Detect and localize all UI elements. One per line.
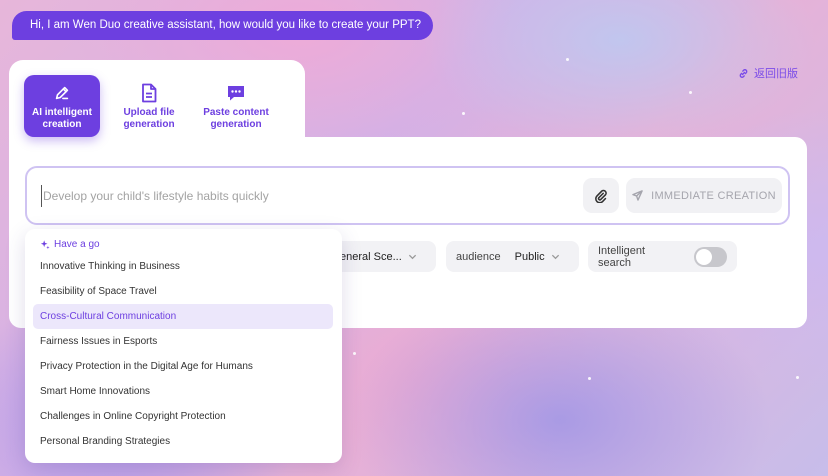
sparkle-decoration	[353, 352, 356, 355]
sparkle-decoration	[462, 112, 465, 115]
suggestion-item[interactable]: Fairness Issues in Esports	[33, 329, 333, 354]
audience-label: audience	[456, 250, 501, 263]
immediate-creation-button[interactable]: IMMEDIATE CREATION	[626, 178, 782, 213]
suggestions-dropdown: Have a go Innovative Thinking in Busines…	[25, 229, 342, 463]
sparkle-icon	[40, 239, 50, 249]
audience-select[interactable]: audience Public	[446, 241, 579, 272]
intelligent-search-label: Intelligent search	[598, 244, 646, 269]
sparkle-decoration	[566, 58, 569, 61]
intelligent-search-option: Intelligent search	[588, 241, 737, 272]
assistant-greeting-bubble: Hi, I am Wen Duo creative assistant, how…	[12, 11, 433, 40]
paperclip-icon	[595, 189, 607, 203]
chat-dots-icon	[226, 83, 246, 103]
back-to-old-version-link[interactable]: 返回旧版	[738, 65, 798, 81]
suggestions-list: Innovative Thinking in Business Feasibil…	[33, 254, 333, 454]
chevron-down-icon	[551, 254, 559, 260]
suggestions-heading-text: Have a go	[54, 239, 100, 250]
suggestion-item[interactable]: Challenges in Online Copyright Protectio…	[33, 404, 333, 429]
chevron-down-icon	[408, 254, 416, 260]
tab-label: Upload file generation	[123, 107, 175, 130]
tab-ai-intelligent-creation[interactable]: AI intelligent creation	[24, 75, 100, 137]
intelligent-search-toggle[interactable]	[693, 246, 727, 267]
tab-label: AI intelligent creation	[32, 107, 92, 130]
pen-icon	[52, 83, 72, 103]
send-arrow-icon	[632, 190, 643, 201]
sparkle-decoration	[689, 91, 692, 94]
create-button-label: IMMEDIATE CREATION	[651, 189, 776, 202]
tab-paste-content-generation[interactable]: Paste content generation	[198, 75, 274, 137]
suggestion-item[interactable]: Innovative Thinking in Business	[33, 254, 333, 279]
sparkle-decoration	[588, 377, 591, 380]
sparkle-decoration	[796, 376, 799, 379]
attach-file-button[interactable]	[583, 178, 619, 213]
suggestion-item[interactable]: Cross-Cultural Communication	[33, 304, 333, 329]
file-icon	[139, 83, 159, 103]
suggestion-item[interactable]: Feasibility of Space Travel	[33, 279, 333, 304]
tab-upload-file-generation[interactable]: Upload file generation	[111, 75, 187, 137]
back-to-old-version-label: 返回旧版	[754, 68, 798, 80]
tab-label: Paste content generation	[203, 107, 269, 130]
link-icon	[739, 68, 748, 78]
suggestions-heading: Have a go	[40, 239, 100, 250]
creation-mode-tabs: AI intelligent creation Upload file gene…	[24, 75, 274, 137]
prompt-input-container: IMMEDIATE CREATION	[25, 166, 790, 225]
suggestion-item[interactable]: Personal Branding Strategies	[33, 429, 333, 454]
audience-value: Public	[514, 250, 545, 263]
suggestion-item[interactable]: Privacy Protection in the Digital Age fo…	[33, 354, 333, 379]
scene-value: eneral Sce...	[340, 250, 402, 263]
suggestion-item[interactable]: Smart Home Innovations	[33, 379, 333, 404]
topic-input[interactable]	[41, 185, 571, 207]
toggle-knob	[695, 248, 712, 265]
